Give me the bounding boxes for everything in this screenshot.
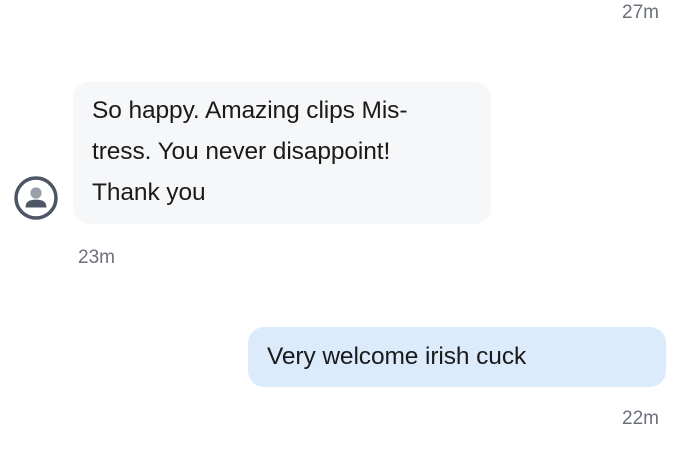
default-user-avatar-icon: [14, 176, 58, 220]
incoming-message-bubble[interactable]: So happy. Amazing clips Mis- tress. You …: [73, 82, 491, 224]
outgoing-message-timestamp: 22m: [622, 408, 659, 429]
message-text: Very welcome irish cuck: [267, 343, 527, 370]
outgoing-message-bubble[interactable]: Very welcome irish cuck: [248, 327, 666, 387]
message-text-line: So happy. Amazing clips Mis-: [92, 97, 408, 124]
message-text-line: tress. You never disappoint!: [92, 138, 391, 165]
incoming-message-timestamp: 23m: [78, 247, 115, 268]
sender-avatar[interactable]: [14, 176, 58, 220]
message-timestamp: 27m: [622, 2, 659, 23]
message-text-line: Thank you: [92, 179, 206, 206]
